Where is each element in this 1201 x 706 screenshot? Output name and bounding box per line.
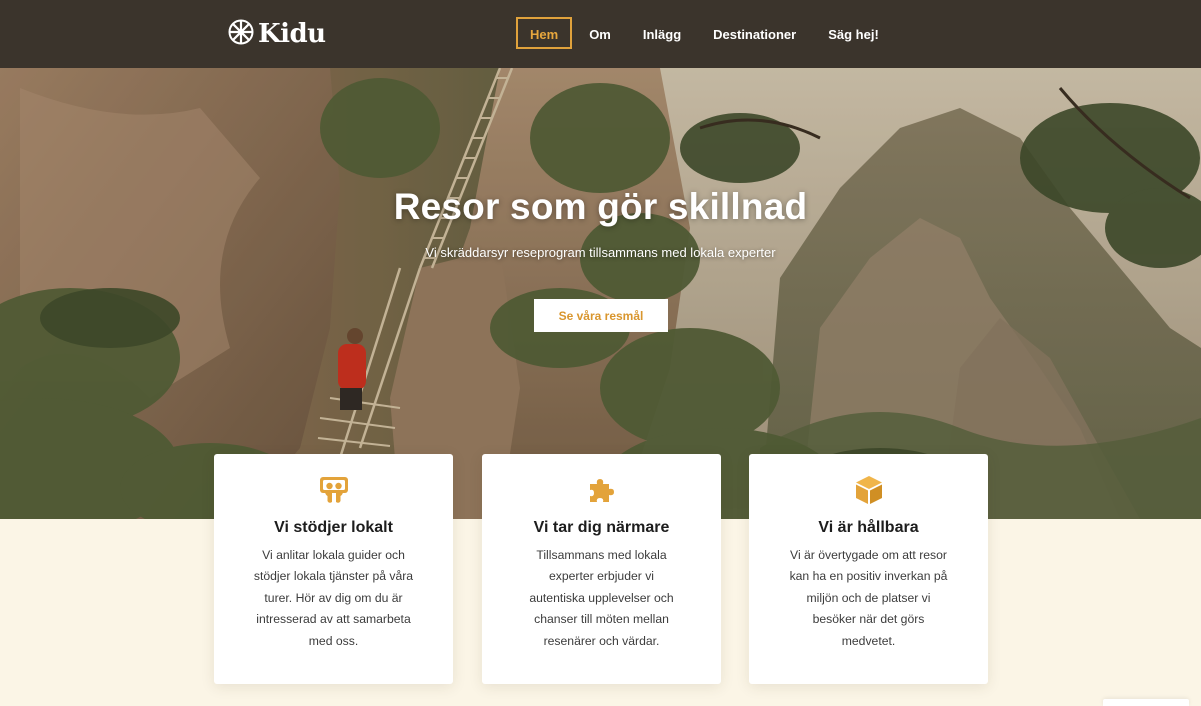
feature-card-closer: Vi tar dig närmare Tillsammans med lokal… [482, 454, 721, 684]
site-header: Kidu Hem Om Inlägg Destinationer Säg hej… [0, 0, 1201, 69]
feature-card-local: Vi stödjer lokalt Vi anlitar lokala guid… [214, 454, 453, 684]
feature-title: Vi stödjer lokalt [274, 519, 393, 536]
main-navigation: Hem Om Inlägg Destinationer Säg hej! [516, 17, 896, 49]
hero-title: Resor som gör skillnad [393, 186, 808, 227]
nav-item-om[interactable]: Om [574, 17, 626, 49]
feature-description: Tillsammans med lokala experter erbjuder… [529, 548, 674, 648]
nav-item-sag-hej[interactable]: Säg hej! [813, 17, 894, 49]
brand-logo[interactable]: Kidu [228, 18, 326, 50]
puzzle-piece-icon [482, 474, 721, 508]
wheel-icon [228, 19, 254, 50]
floating-widget-tab[interactable] [1103, 699, 1189, 706]
hero-banner: Resor som gör skillnad Vi skräddarsyr re… [0, 68, 1201, 519]
feature-description: Vi anlitar lokala guider och stödjer lok… [253, 548, 414, 648]
feature-title: Vi tar dig närmare [533, 519, 670, 536]
feature-title: Vi är hållbara [818, 519, 919, 536]
feature-description: Vi är övertygade om att resor kan ha en … [789, 548, 948, 648]
nav-item-inlagg[interactable]: Inlägg [628, 17, 696, 49]
nav-item-destinationer[interactable]: Destinationer [698, 17, 811, 49]
hero-background-image [0, 68, 1201, 519]
slideshare-icon [214, 474, 453, 508]
feature-card-sustainable: Vi är hållbara Vi är övertygade om att r… [749, 454, 988, 684]
nav-item-hem[interactable]: Hem [516, 17, 573, 49]
cube-icon [749, 474, 988, 508]
see-destinations-button[interactable]: Se våra resmål [534, 299, 668, 332]
brand-name: Kidu [258, 19, 326, 49]
hero-subtitle: Vi skräddarsyr reseprogram tillsammans m… [425, 245, 776, 260]
